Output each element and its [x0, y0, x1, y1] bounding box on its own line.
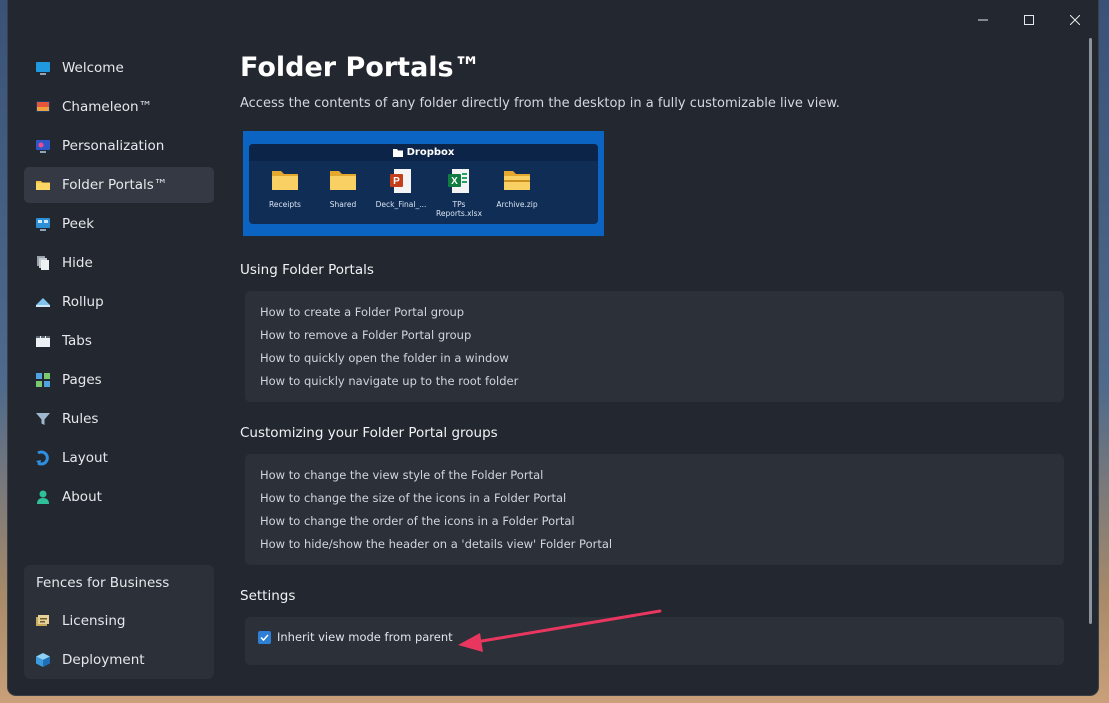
sidebar-item-label: Pages [62, 372, 102, 388]
maximize-icon [1024, 15, 1034, 25]
sidebar-item-rules[interactable]: Rules [24, 401, 214, 437]
inherit-view-mode-checkbox[interactable] [258, 630, 271, 644]
minimize-button[interactable] [960, 0, 1006, 40]
section-title-using: Using Folder Portals [240, 262, 374, 278]
help-link[interactable]: How to change the order of the icons in … [260, 514, 575, 528]
sidebar-item-about[interactable]: About [24, 479, 214, 515]
sidebar-item-label: Tabs [62, 333, 92, 349]
folder-icon [328, 168, 358, 194]
page-description: Access the contents of any folder direct… [240, 96, 840, 111]
sidebar-item-label: Folder Portals™ [62, 177, 168, 193]
sidebar-item-licensing[interactable]: Licensing [35, 603, 125, 639]
folder-icon [270, 168, 300, 194]
preview-header: Dropbox [249, 144, 598, 161]
powerpoint-icon: P [386, 168, 416, 194]
preview-portal: Dropbox Receipts Shared P Deck_Final_...… [249, 144, 598, 224]
maximize-button[interactable] [1006, 0, 1052, 40]
filter-icon [35, 411, 51, 427]
sidebar-item-chameleon[interactable]: Chameleon™ [24, 89, 214, 125]
help-link[interactable]: How to hide/show the header on a 'detail… [260, 537, 612, 551]
svg-text:P: P [393, 176, 400, 187]
business-panel: Fences for Business Licensing Deployment [24, 565, 214, 679]
tabs-icon [35, 333, 51, 349]
chameleon-icon [35, 99, 51, 115]
sidebar-item-label: Hide [62, 255, 93, 271]
sidebar-item-label: Chameleon™ [62, 99, 153, 115]
page-title: Folder Portals™ [240, 52, 481, 83]
personalization-icon [35, 138, 51, 154]
svg-text:X: X [451, 176, 458, 187]
preview-file: Shared [315, 168, 371, 209]
sidebar-item-folder-portals[interactable]: Folder Portals™ [24, 167, 214, 203]
preview-file-name: TPs Reports.xlsx [435, 200, 483, 218]
minimize-icon [978, 19, 988, 21]
layout-icon [35, 450, 51, 466]
section-title-settings: Settings [240, 588, 296, 604]
sidebar-item-deployment[interactable]: Deployment [35, 642, 145, 678]
sidebar-item-pages[interactable]: Pages [24, 362, 214, 398]
sidebar-item-tabs[interactable]: Tabs [24, 323, 214, 359]
checkmark-icon [260, 633, 269, 641]
sidebar-item-label: Licensing [62, 613, 126, 629]
zip-folder-icon [502, 168, 532, 194]
hide-icon [35, 255, 51, 271]
help-link[interactable]: How to change the size of the icons in a… [260, 491, 566, 505]
preview-file-name: Shared [329, 200, 357, 209]
monitor-icon [35, 60, 51, 76]
sidebar-item-personalization[interactable]: Personalization [24, 128, 214, 164]
peek-icon [35, 216, 51, 232]
license-icon [35, 613, 51, 629]
window-controls [960, 0, 1098, 40]
cube-icon [35, 652, 51, 668]
sidebar-item-label: Rollup [62, 294, 104, 310]
business-title: Fences for Business [36, 575, 170, 591]
rollup-icon [35, 294, 51, 310]
inherit-view-mode-setting[interactable]: Inherit view mode from parent [258, 630, 453, 644]
preview-file: P Deck_Final_... [373, 168, 429, 209]
close-icon [1070, 15, 1080, 25]
help-link[interactable]: How to create a Folder Portal group [260, 305, 464, 319]
sidebar-item-hide[interactable]: Hide [24, 245, 214, 281]
preview-file-name: Deck_Final_... [375, 200, 427, 209]
preview-file: Receipts [257, 168, 313, 209]
close-button[interactable] [1052, 0, 1098, 40]
sidebar-nav: Welcome Chameleon™ Personalization Folde… [24, 50, 214, 518]
app-window: Welcome Chameleon™ Personalization Folde… [8, 0, 1098, 695]
sidebar-item-label: Peek [62, 216, 95, 232]
preview-header-label: Dropbox [406, 147, 455, 158]
sidebar-item-label: Rules [62, 411, 99, 427]
help-link[interactable]: How to quickly open the folder in a wind… [260, 351, 509, 365]
sidebar-item-welcome[interactable]: Welcome [24, 50, 214, 86]
scrollbar-thumb[interactable] [1089, 38, 1092, 624]
preview-file-name: Receipts [269, 200, 301, 209]
sidebar-item-layout[interactable]: Layout [24, 440, 214, 476]
person-icon [35, 489, 51, 505]
settings-card: Inherit view mode from parent [245, 617, 1064, 665]
help-link[interactable]: How to quickly navigate up to the root f… [260, 374, 518, 388]
section-title-customizing: Customizing your Folder Portal groups [240, 425, 498, 441]
customizing-links-card: How to change the view style of the Fold… [245, 454, 1064, 565]
sidebar-item-label: Welcome [62, 60, 124, 76]
inherit-view-mode-label: Inherit view mode from parent [277, 630, 453, 644]
folder-portal-preview: Dropbox Receipts Shared P Deck_Final_...… [243, 131, 604, 236]
sidebar-item-label: About [62, 489, 102, 505]
excel-icon: X [444, 168, 474, 194]
pages-icon [35, 372, 51, 388]
preview-file: Archive.zip [489, 168, 545, 209]
preview-file: X TPs Reports.xlsx [431, 168, 487, 218]
folder-icon [392, 148, 403, 157]
folder-icon [35, 177, 51, 193]
sidebar-item-label: Layout [62, 450, 108, 466]
sidebar-item-label: Personalization [62, 138, 165, 154]
sidebar-item-label: Deployment [62, 652, 145, 668]
help-link[interactable]: How to remove a Folder Portal group [260, 328, 471, 342]
sidebar-item-rollup[interactable]: Rollup [24, 284, 214, 320]
sidebar-item-peek[interactable]: Peek [24, 206, 214, 242]
using-links-card: How to create a Folder Portal group How … [245, 291, 1064, 402]
help-link[interactable]: How to change the view style of the Fold… [260, 468, 543, 482]
preview-file-name: Archive.zip [496, 200, 538, 209]
